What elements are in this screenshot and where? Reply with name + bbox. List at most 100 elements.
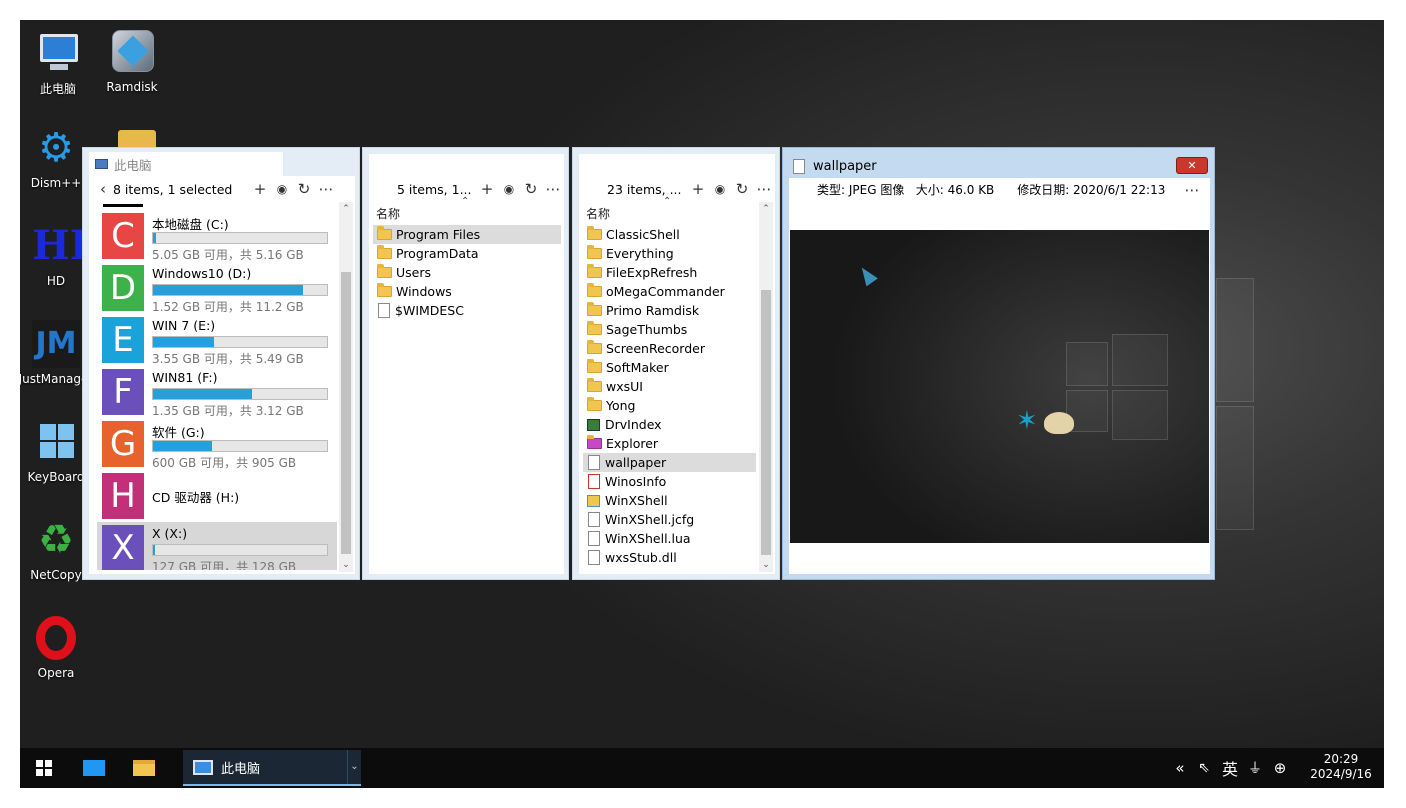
drive-space: 1.35 GB 可用，共 3.12 GB: [152, 404, 304, 418]
close-button[interactable]: ✕: [1176, 157, 1208, 174]
list-item[interactable]: Explorer: [583, 434, 756, 453]
list-item[interactable]: WinosInfo: [583, 472, 756, 491]
eye-icon[interactable]: ◉: [498, 178, 520, 200]
list-item[interactable]: oMegaCommander: [583, 282, 756, 301]
clock[interactable]: 20:29 2024/9/16: [1300, 752, 1382, 784]
list-item[interactable]: DrvIndex: [583, 415, 756, 434]
scroll-thumb[interactable]: [761, 290, 771, 555]
refresh-icon[interactable]: ↻: [520, 178, 542, 200]
pane-content: 5 items, 1... + ◉ ↻ ⋯ ⌃ 名称 Program Files…: [369, 154, 564, 574]
list-item[interactable]: wxsUI: [583, 377, 756, 396]
drive-g-icon: G: [102, 421, 144, 467]
show-hidden-icons-button[interactable]: «: [1170, 748, 1190, 788]
name-column-header[interactable]: 名称: [586, 205, 610, 222]
taskbar: 此电脑 ⌄ « ⇖ 英 ⏚ ⊕ 20:29 2024/9/16: [20, 748, 1384, 788]
pane-toolbar: 5 items, 1... + ◉ ↻ ⋯: [397, 178, 564, 200]
list-item[interactable]: WinXShell.lua: [583, 529, 756, 548]
refresh-icon[interactable]: ↻: [731, 178, 753, 200]
chevron-down-icon[interactable]: ⌄: [347, 750, 361, 784]
scroll-down-icon[interactable]: ⌄: [339, 558, 353, 572]
desktop-icon-label: Opera: [37, 666, 75, 680]
more-icon[interactable]: ⋯: [315, 178, 337, 200]
list-item[interactable]: ClassicShell: [583, 225, 756, 244]
drive-item[interactable]: D Windows10 (D:) 1.52 GB 可用，共 11.2 GB: [97, 262, 337, 314]
folder-icon: [587, 283, 602, 297]
ime-indicator[interactable]: 英: [1218, 748, 1242, 788]
drive-name: CD 驱动器 (H:): [152, 490, 240, 505]
folder-icon: [377, 264, 392, 278]
app-icon: [587, 418, 600, 431]
list-item[interactable]: SoftMaker: [583, 358, 756, 377]
windows-icon: [36, 760, 52, 776]
list-item-selected[interactable]: Program Files: [373, 225, 561, 244]
drive-item[interactable]: G 软件 (G:) 600 GB 可用，共 905 GB: [97, 418, 337, 470]
item-name: Yong: [606, 398, 636, 413]
list-item[interactable]: Users: [373, 263, 561, 282]
vertical-scrollbar[interactable]: ⌃ ⌄: [339, 202, 353, 572]
add-icon[interactable]: +: [687, 178, 709, 200]
item-count: 5 items, 1...: [397, 181, 472, 197]
desktop-icon-label: Ramdisk: [106, 80, 158, 94]
list-item[interactable]: Everything: [583, 244, 756, 263]
folder-icon: [587, 302, 602, 316]
name-column-header[interactable]: 名称: [376, 205, 400, 222]
list-item[interactable]: ScreenRecorder: [583, 339, 756, 358]
refresh-icon[interactable]: ↻: [293, 178, 315, 200]
list-item[interactable]: WinXShell.jcfg: [583, 510, 756, 529]
window-logo-decoration: [1112, 390, 1168, 440]
desktop-icon-ramdisk[interactable]: Ramdisk: [94, 28, 170, 94]
drive-name: X (X:): [152, 526, 188, 541]
list-item[interactable]: Yong: [583, 396, 756, 415]
file-icon: [588, 455, 600, 470]
more-icon[interactable]: ⋯: [542, 178, 564, 200]
list-item[interactable]: ProgramData: [373, 244, 561, 263]
desktop-shortcut-button[interactable]: [72, 748, 116, 788]
eye-icon[interactable]: ◉: [709, 178, 731, 200]
drive-item[interactable]: H CD 驱动器 (H:): [97, 470, 337, 522]
list-item[interactable]: Windows: [373, 282, 561, 301]
back-icon[interactable]: ‹: [93, 178, 113, 200]
file-size: 大小: 46.0 KB: [915, 183, 995, 197]
item-name: wallpaper: [605, 455, 667, 470]
list-item[interactable]: Primo Ramdisk: [583, 301, 756, 320]
item-name: Program Files: [396, 227, 481, 242]
drive-name: WIN81 (F:): [152, 370, 218, 385]
usb-icon[interactable]: ⏚: [1244, 748, 1266, 788]
list-item[interactable]: SageThumbs: [583, 320, 756, 339]
recycle-icon: ♻: [38, 517, 74, 563]
vertical-scrollbar[interactable]: ⌃ ⌄: [759, 202, 773, 572]
file-explorer-button[interactable]: [122, 748, 166, 788]
drive-item[interactable]: F WIN81 (F:) 1.35 GB 可用，共 3.12 GB: [97, 366, 337, 418]
drive-item[interactable]: C 本地磁盘 (C:) 5.05 GB 可用，共 5.16 GB: [97, 210, 337, 262]
item-name: Windows: [396, 284, 452, 299]
explorer-pane-root: 5 items, 1... + ◉ ↻ ⋯ ⌃ 名称 Program Files…: [362, 147, 569, 580]
file-info: 类型: JPEG 图像 大小: 46.0 KB 修改日期: 2020/6/1 2…: [817, 181, 1165, 198]
pointer-icon[interactable]: ⇖: [1192, 748, 1216, 788]
scroll-thumb[interactable]: [341, 272, 351, 554]
task-button-this-pc[interactable]: 此电脑 ⌄: [183, 750, 361, 786]
more-icon[interactable]: ⋯: [1181, 179, 1203, 201]
file-list: Program Files ProgramData Users Windows …: [373, 225, 561, 345]
add-icon[interactable]: +: [476, 178, 498, 200]
desktop-icon-opera[interactable]: Opera: [20, 614, 94, 680]
eye-icon[interactable]: ◉: [271, 178, 293, 200]
network-icon[interactable]: ⊕: [1268, 748, 1292, 788]
list-item[interactable]: FileExpRefresh: [583, 263, 756, 282]
add-icon[interactable]: +: [249, 178, 271, 200]
drive-item-selected[interactable]: X X (X:) 127 GB 可用，共 128 GB: [97, 522, 337, 570]
drive-item[interactable]: E WIN 7 (E:) 3.55 GB 可用，共 5.49 GB: [97, 314, 337, 366]
scroll-up-icon[interactable]: ⌃: [759, 202, 773, 216]
list-item[interactable]: WinXShell: [583, 491, 756, 510]
wallpaper-logo-decoration: [1216, 406, 1254, 530]
desktop-icon-this-pc[interactable]: 此电脑: [20, 28, 96, 97]
sort-caret-icon: ⌃: [663, 196, 672, 207]
list-item[interactable]: $WIMDESC: [373, 301, 561, 320]
folder-icon: [377, 226, 392, 240]
list-item[interactable]: wxsStub.dll: [583, 548, 756, 567]
list-item-selected[interactable]: wallpaper: [583, 453, 756, 472]
more-icon[interactable]: ⋯: [753, 178, 775, 200]
file-icon: [588, 531, 600, 546]
scroll-up-icon[interactable]: ⌃: [339, 202, 353, 216]
start-button[interactable]: [20, 748, 68, 788]
scroll-down-icon[interactable]: ⌄: [759, 558, 773, 572]
